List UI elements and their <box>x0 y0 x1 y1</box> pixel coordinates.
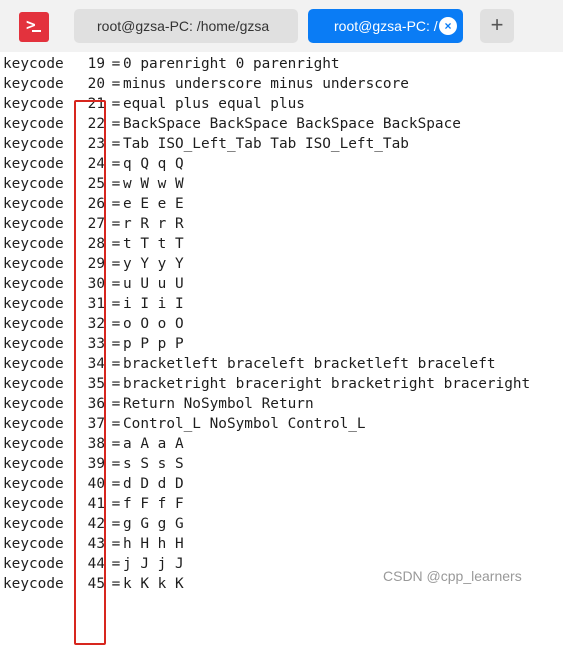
keysym-list: BackSpace BackSpace BackSpace BackSpace <box>123 116 461 132</box>
equals-sign: = <box>111 116 121 132</box>
keysym-list: p P p P <box>123 336 184 352</box>
equals-sign: = <box>111 536 121 552</box>
keysym-list: t T t T <box>123 236 184 252</box>
terminal-output[interactable]: keycode 19 = 0 parenright 0 parenright keyco… <box>0 52 563 645</box>
terminal-app-icon[interactable]: > <box>19 12 49 42</box>
keysym-list: u U u U <box>123 276 184 292</box>
equals-sign: = <box>111 496 121 512</box>
keysym-list: o O o O <box>123 316 184 332</box>
keycode-label: keycode <box>3 436 64 452</box>
keysym-list: q Q q Q <box>123 156 184 172</box>
keycode-label: keycode <box>3 236 64 252</box>
keycode-label: keycode <box>3 256 64 272</box>
keycode-label: keycode <box>3 56 64 72</box>
keysym-list: minus underscore minus underscore <box>123 76 409 92</box>
equals-sign: = <box>111 476 121 492</box>
equals-sign: = <box>111 76 121 92</box>
keysym-list: 0 parenright 0 parenright <box>123 56 340 72</box>
keycode-label: keycode <box>3 316 64 332</box>
keysym-list: w W w W <box>123 176 184 192</box>
keycode-label: keycode <box>3 536 64 552</box>
equals-sign: = <box>111 256 121 272</box>
keysym-list: d D d D <box>123 476 184 492</box>
keysym-list: y Y y Y <box>123 256 184 272</box>
equals-sign: = <box>111 336 121 352</box>
keysym-list: equal plus equal plus <box>123 96 305 112</box>
equals-sign: = <box>111 96 121 112</box>
keycode-label: keycode <box>3 136 64 152</box>
equals-sign: = <box>111 436 121 452</box>
keycode-label: keycode <box>3 276 64 292</box>
keysym-list: r R r R <box>123 216 184 232</box>
terminal-line: keycode 19 = 0 parenright 0 parenright <box>3 54 530 74</box>
keysym-list: g G g G <box>123 516 184 532</box>
keycode-number: 20 <box>87 76 105 92</box>
keycode-label: keycode <box>3 176 64 192</box>
keycode-label: keycode <box>3 516 64 532</box>
keysym-list: bracketright braceright bracketright bra… <box>123 376 531 392</box>
equals-sign: = <box>111 156 121 172</box>
equals-sign: = <box>111 136 121 152</box>
equals-sign: = <box>111 296 121 312</box>
keycode-label: keycode <box>3 156 64 172</box>
equals-sign: = <box>111 396 121 412</box>
keycode-label: keycode <box>3 376 64 392</box>
keycode-label: keycode <box>3 396 64 412</box>
keycode-label: keycode <box>3 456 64 472</box>
tab-bar: > root@gzsa-PC: /home/gzsa root@gzsa-PC:… <box>0 0 563 53</box>
new-tab-button[interactable]: + <box>480 9 514 43</box>
equals-sign: = <box>111 556 121 572</box>
equals-sign: = <box>111 196 121 212</box>
keycode-label: keycode <box>3 496 64 512</box>
keysym-list: Tab ISO_Left_Tab Tab ISO_Left_Tab <box>123 136 409 152</box>
keycode-label: keycode <box>3 116 64 132</box>
equals-sign: = <box>111 176 121 192</box>
keysym-list: h H h H <box>123 536 184 552</box>
keysym-list: Return NoSymbol Return <box>123 396 314 412</box>
equals-sign: = <box>111 236 121 252</box>
keycode-label: keycode <box>3 196 64 212</box>
tab-label: root@gzsa-PC: /home/gzsa <box>97 18 270 34</box>
keysym-list: j J j J <box>123 556 184 572</box>
keycode-number: 19 <box>87 56 105 72</box>
equals-sign: = <box>111 356 121 372</box>
equals-sign: = <box>111 516 121 532</box>
keysym-list: a A a A <box>123 436 184 452</box>
keysym-list: i I i I <box>123 296 184 312</box>
keycode-label: keycode <box>3 356 64 372</box>
equals-sign: = <box>111 456 121 472</box>
keysym-list: e E e E <box>123 196 184 212</box>
equals-sign: = <box>111 316 121 332</box>
keycode-label: keycode <box>3 216 64 232</box>
keycode-label: keycode <box>3 336 64 352</box>
keycode-label: keycode <box>3 556 64 572</box>
close-icon[interactable]: × <box>439 17 457 35</box>
keysym-list: s S s S <box>123 456 184 472</box>
equals-sign: = <box>111 56 121 72</box>
tab-label: root@gzsa-PC: / <box>334 18 438 34</box>
keycode-label: keycode <box>3 76 64 92</box>
keycode-label: keycode <box>3 576 64 592</box>
keysym-list: bracketleft braceleft bracketleft bracel… <box>123 356 496 372</box>
terminal-line: keycode 20 = minus underscore minus undersc… <box>3 74 530 94</box>
keysym-list: k K k K <box>123 576 184 592</box>
tab-home-gzsa[interactable]: root@gzsa-PC: /home/gzsa <box>74 9 298 43</box>
equals-sign: = <box>111 376 121 392</box>
equals-sign: = <box>111 276 121 292</box>
keycode-label: keycode <box>3 96 64 112</box>
tab-root-active[interactable]: root@gzsa-PC: / × <box>308 9 463 43</box>
watermark: CSDN @cpp_learners <box>383 568 522 584</box>
equals-sign: = <box>111 576 121 592</box>
keycode-label: keycode <box>3 476 64 492</box>
keycode-label: keycode <box>3 416 64 432</box>
keysym-list: f F f F <box>123 496 184 512</box>
equals-sign: = <box>111 216 121 232</box>
keysym-list: Control_L NoSymbol Control_L <box>123 416 366 432</box>
keycode-highlight-box <box>74 100 106 645</box>
equals-sign: = <box>111 416 121 432</box>
keycode-label: keycode <box>3 296 64 312</box>
